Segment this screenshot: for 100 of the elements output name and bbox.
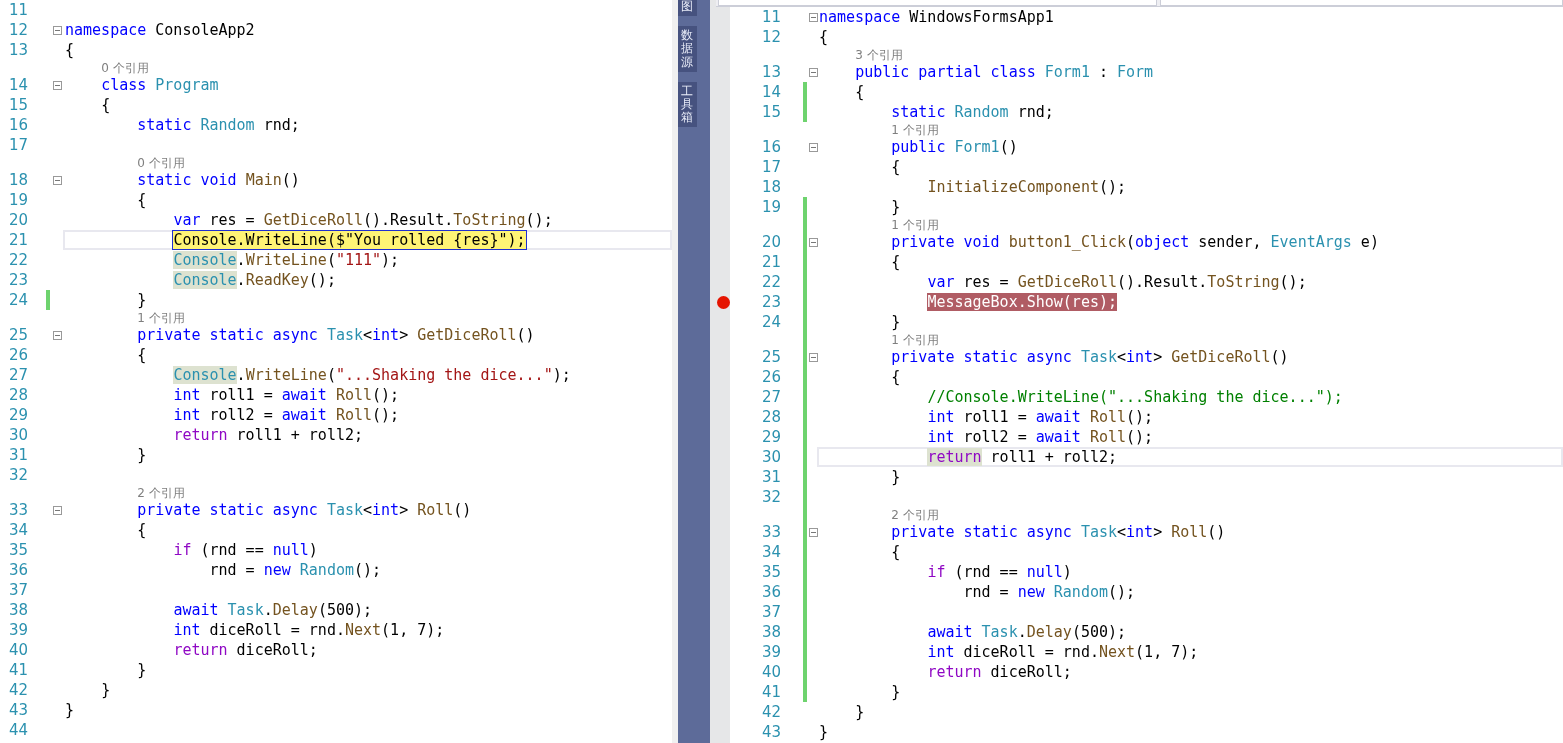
- code-line: await Task.Delay(500);: [926, 623, 1127, 641]
- line-number: 20: [761, 233, 781, 251]
- reference-count[interactable]: 0 个引用: [65, 59, 149, 76]
- line-number: 36: [761, 583, 781, 601]
- line-number: 42: [761, 703, 781, 721]
- code-line: {: [65, 41, 75, 59]
- collapse-icon[interactable]: [53, 80, 62, 90]
- collapse-icon[interactable]: [808, 237, 818, 247]
- line-number: 27: [8, 366, 28, 384]
- code-line: public partial class Form1 : Form: [854, 63, 1154, 81]
- line-number: 18: [761, 178, 781, 196]
- code-line: }: [136, 446, 147, 464]
- collapse-icon[interactable]: [53, 175, 62, 185]
- collapse-icon[interactable]: [808, 67, 818, 77]
- line-number: 25: [8, 326, 28, 344]
- reference-count[interactable]: 0 个引用: [65, 154, 185, 171]
- reference-count[interactable]: 1 个引用: [65, 309, 185, 326]
- line-number: 20: [8, 211, 28, 229]
- reference-count[interactable]: 3 个引用: [819, 46, 903, 63]
- code-line: int diceRoll = rnd.Next(1, 7);: [926, 643, 1199, 661]
- code-line: {: [819, 28, 829, 46]
- reference-count[interactable]: 1 个引用: [819, 331, 939, 348]
- code-line: namespace ConsoleApp2: [65, 21, 255, 39]
- code-line: int roll1 = await Roll();: [172, 386, 400, 404]
- code-line: namespace WindowsFormsApp1: [819, 8, 1054, 26]
- code-line: {: [890, 543, 901, 561]
- line-number: 13: [761, 63, 781, 81]
- line-number: 33: [8, 501, 28, 519]
- code-line: static Random rnd;: [136, 116, 300, 134]
- reference-count[interactable]: 1 个引用: [819, 216, 939, 233]
- breakpoint-icon[interactable]: [716, 295, 730, 309]
- code-line: await Task.Delay(500);: [172, 601, 373, 619]
- line-number: 22: [761, 273, 781, 291]
- reference-count[interactable]: 1 个引用: [819, 121, 939, 138]
- code-line: }: [100, 681, 111, 699]
- line-number: 24: [8, 291, 28, 309]
- line-number: 11: [8, 1, 28, 19]
- line-number: 30: [761, 448, 781, 466]
- collapse-icon[interactable]: [808, 352, 818, 362]
- code-line: {: [890, 158, 901, 176]
- line-number: 16: [761, 138, 781, 156]
- code-line: private static async Task<int> Roll(): [890, 523, 1226, 541]
- line-number: 11: [761, 8, 781, 26]
- line-number: 41: [761, 683, 781, 701]
- line-number: 26: [8, 346, 28, 364]
- code-line: return roll1 + roll2;: [926, 448, 1118, 466]
- line-number: 30: [8, 426, 28, 444]
- code-line: var res = GetDiceRoll().Result.ToString();: [172, 211, 553, 229]
- code-line: rnd = new Random();: [962, 583, 1136, 601]
- code-line: {: [890, 368, 901, 386]
- collapse-icon[interactable]: [808, 12, 818, 22]
- line-number: 12: [761, 28, 781, 46]
- code-line: }: [890, 468, 901, 486]
- reference-count[interactable]: 2 个引用: [819, 506, 939, 523]
- collapse-icon[interactable]: [53, 505, 62, 515]
- code-line: //Console.WriteLine("...Shaking the dice...");: [926, 388, 1343, 406]
- code-line: static void Main(): [136, 171, 300, 189]
- code-line: }: [854, 703, 865, 721]
- side-tab[interactable]: 图: [678, 0, 697, 17]
- line-number: 14: [8, 76, 28, 94]
- code-line: {: [100, 96, 111, 114]
- collapse-icon[interactable]: [53, 330, 62, 340]
- code-line: int diceRoll = rnd.Next(1, 7);: [172, 621, 445, 639]
- line-number: 28: [8, 386, 28, 404]
- side-tab[interactable]: 工具箱: [678, 81, 697, 128]
- line-number: 21: [8, 231, 28, 249]
- line-number: 15: [8, 96, 28, 114]
- code-line: private void button1_Click(object sender, EventArgs e): [890, 233, 1379, 251]
- collapse-icon[interactable]: [808, 527, 818, 537]
- code-line: Console.WriteLine("...Shaking the dice...");: [172, 366, 571, 384]
- code-line: private static async Task<int> GetDiceRoll(): [136, 326, 535, 344]
- code-line: {: [136, 346, 147, 364]
- line-number: 44: [8, 721, 28, 739]
- collapse-icon[interactable]: [53, 25, 62, 35]
- line-number: 23: [8, 271, 28, 289]
- code-line: Console.ReadKey();: [172, 271, 336, 289]
- reference-count[interactable]: 2 个引用: [65, 484, 185, 501]
- line-number: 37: [8, 581, 28, 599]
- code-line: }: [890, 313, 901, 331]
- code-line: rnd = new Random();: [208, 561, 382, 579]
- code-line: {: [890, 253, 901, 271]
- code-line: int roll1 = await Roll();: [926, 408, 1154, 426]
- line-number: 28: [761, 408, 781, 426]
- line-number: 13: [8, 41, 28, 59]
- code-line: }: [65, 701, 75, 719]
- code-line: if (rnd == null): [172, 541, 318, 559]
- line-number: 16: [8, 116, 28, 134]
- line-number: 19: [761, 198, 781, 216]
- line-number: 40: [761, 663, 781, 681]
- line-number: 29: [8, 406, 28, 424]
- line-number: 25: [761, 348, 781, 366]
- line-number: 43: [761, 723, 781, 741]
- line-number: 26: [761, 368, 781, 386]
- code-line: var res = GetDiceRoll().Result.ToString();: [926, 273, 1307, 291]
- code-line: private static async Task<int> Roll(): [136, 501, 472, 519]
- line-number: 34: [761, 543, 781, 561]
- side-tab[interactable]: 数据源: [678, 26, 697, 72]
- collapse-icon[interactable]: [808, 142, 818, 152]
- line-number: 14: [761, 83, 781, 101]
- code-line: static Random rnd;: [890, 103, 1054, 121]
